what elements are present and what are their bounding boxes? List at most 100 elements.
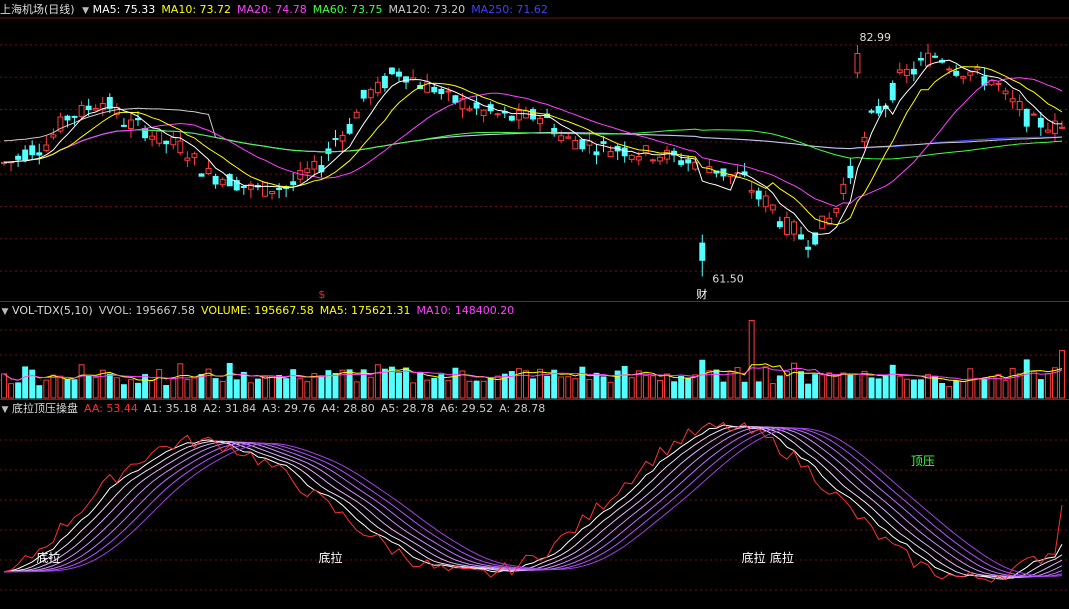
volume-bar[interactable] bbox=[1009, 367, 1016, 399]
volume-bar[interactable] bbox=[586, 379, 593, 399]
candle[interactable] bbox=[219, 179, 226, 186]
candle[interactable] bbox=[438, 88, 445, 95]
candle[interactable] bbox=[798, 234, 804, 240]
volume-bar[interactable] bbox=[233, 379, 240, 399]
volume-bar[interactable] bbox=[840, 372, 847, 399]
candle[interactable] bbox=[1037, 117, 1044, 128]
volume-bar[interactable] bbox=[120, 384, 127, 399]
volume-bar[interactable] bbox=[240, 371, 247, 399]
volume-bar[interactable] bbox=[177, 363, 184, 399]
volume-bar[interactable] bbox=[353, 381, 360, 399]
volume-bar[interactable] bbox=[981, 378, 988, 399]
volume-bar[interactable] bbox=[403, 367, 410, 399]
candle[interactable] bbox=[473, 102, 480, 109]
volume-bar[interactable] bbox=[15, 382, 22, 399]
candle[interactable] bbox=[381, 75, 388, 89]
volume-bar[interactable] bbox=[269, 375, 275, 399]
candle[interactable] bbox=[431, 86, 438, 93]
volume-bar[interactable] bbox=[1044, 373, 1051, 399]
candle[interactable] bbox=[635, 156, 642, 161]
volume-bar[interactable] bbox=[671, 381, 678, 399]
volume-bar[interactable] bbox=[530, 378, 536, 399]
candle[interactable] bbox=[149, 135, 156, 140]
candle[interactable] bbox=[1002, 90, 1009, 95]
candle[interactable] bbox=[480, 109, 487, 117]
candle[interactable] bbox=[903, 68, 910, 77]
candle[interactable] bbox=[748, 190, 755, 193]
volume-bar[interactable] bbox=[127, 379, 134, 399]
volume-bar[interactable] bbox=[57, 375, 64, 399]
candle[interactable] bbox=[1023, 108, 1030, 127]
volume-bar[interactable] bbox=[8, 383, 15, 399]
candle[interactable] bbox=[304, 168, 311, 173]
candle[interactable] bbox=[184, 157, 191, 161]
candle[interactable] bbox=[847, 165, 854, 179]
volume-bar[interactable] bbox=[43, 379, 50, 399]
volume-bar[interactable] bbox=[847, 374, 854, 399]
candle[interactable] bbox=[565, 136, 572, 139]
volume-bar[interactable] bbox=[628, 377, 635, 399]
volume-bar[interactable] bbox=[452, 367, 459, 399]
volume-bar[interactable] bbox=[600, 376, 607, 399]
oscillator-title[interactable]: 底拉顶压操盘 bbox=[12, 402, 78, 415]
volume-bar[interactable] bbox=[875, 378, 882, 399]
candle[interactable] bbox=[974, 67, 981, 71]
candle[interactable] bbox=[276, 187, 283, 191]
collapse-triangle-icon[interactable]: ▼ bbox=[0, 304, 10, 320]
volume-bar[interactable] bbox=[565, 376, 572, 399]
candle[interactable] bbox=[642, 145, 649, 154]
candle[interactable] bbox=[910, 68, 917, 75]
volume-bar[interactable] bbox=[903, 378, 910, 399]
volume-bar[interactable] bbox=[113, 377, 120, 399]
candle[interactable] bbox=[833, 208, 840, 213]
volume-bar[interactable] bbox=[29, 369, 36, 399]
volume-bar[interactable] bbox=[325, 370, 332, 399]
candle[interactable] bbox=[840, 183, 847, 195]
volume-bar[interactable] bbox=[417, 371, 424, 399]
volume-bar[interactable] bbox=[212, 378, 219, 399]
volume-bar[interactable] bbox=[64, 378, 71, 399]
candle[interactable] bbox=[656, 156, 663, 162]
volume-bar[interactable] bbox=[537, 368, 544, 399]
volume-bar[interactable] bbox=[889, 364, 896, 399]
candle[interactable] bbox=[889, 82, 896, 101]
candle[interactable] bbox=[71, 115, 78, 118]
candle[interactable] bbox=[854, 53, 861, 74]
volume-bar[interactable] bbox=[1002, 380, 1009, 399]
volume-bar[interactable] bbox=[381, 368, 388, 399]
candle[interactable] bbox=[396, 71, 402, 77]
candle[interactable] bbox=[226, 174, 233, 187]
candle[interactable] bbox=[191, 153, 198, 158]
volume-bar[interactable] bbox=[262, 375, 268, 399]
volume-bar[interactable] bbox=[664, 373, 670, 399]
volume-bar[interactable] bbox=[946, 385, 953, 399]
volume-bar[interactable] bbox=[254, 378, 261, 399]
volume-bar[interactable] bbox=[805, 383, 812, 399]
candle[interactable] bbox=[664, 149, 670, 160]
volume-bar[interactable] bbox=[466, 380, 473, 399]
volume-bar[interactable] bbox=[833, 374, 840, 399]
candle[interactable] bbox=[339, 134, 346, 142]
volume-bar[interactable] bbox=[812, 374, 819, 399]
volume-bar[interactable] bbox=[142, 374, 149, 399]
candle[interactable] bbox=[621, 147, 628, 157]
volume-bar[interactable] bbox=[445, 380, 452, 399]
volume-bar[interactable] bbox=[685, 377, 692, 399]
volume-bar[interactable] bbox=[1059, 350, 1065, 399]
volume-bar[interactable] bbox=[819, 374, 826, 399]
volume-bar[interactable] bbox=[720, 381, 727, 399]
candle[interactable] bbox=[960, 76, 967, 79]
volume-bar[interactable] bbox=[219, 380, 226, 399]
volume-bar[interactable] bbox=[247, 382, 254, 399]
volume-bar[interactable] bbox=[22, 366, 29, 399]
candle[interactable] bbox=[678, 160, 685, 165]
volume-bar[interactable] bbox=[374, 364, 381, 399]
volume-bar[interactable] bbox=[755, 381, 762, 399]
candle[interactable] bbox=[607, 151, 614, 158]
candle[interactable] bbox=[290, 181, 297, 186]
volume-bar[interactable] bbox=[198, 374, 205, 399]
volume-bar[interactable] bbox=[135, 382, 141, 399]
volume-bar[interactable] bbox=[283, 378, 290, 399]
volume-title[interactable]: VOL-TDX(5,10) bbox=[12, 304, 93, 317]
volume-bar[interactable] bbox=[156, 369, 163, 399]
